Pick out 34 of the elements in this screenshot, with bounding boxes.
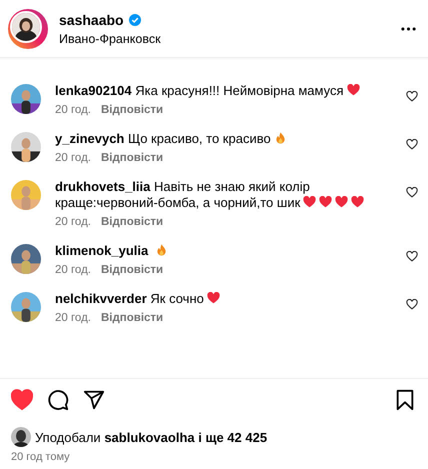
comment-text: lenka902104 Яка красуня!!! Неймовірна мамуся	[55, 83, 392, 99]
reply-button[interactable]: Відповісти	[100, 104, 164, 116]
comment-text: nelchikvverder Як сочно	[55, 291, 392, 307]
reply-button[interactable]: Відповісти	[100, 152, 164, 164]
username-link[interactable]: y_zinevych	[55, 131, 124, 146]
share-icon[interactable]	[83, 389, 105, 411]
bookmark-icon[interactable]	[394, 389, 416, 411]
username-link[interactable]: sashaabo	[59, 12, 124, 28]
likes-text: Уподобали sablukovaolha і ще 42 425	[35, 430, 268, 444]
like-icon[interactable]	[406, 187, 418, 198]
comment-text: y_zinevych Що красиво, то красиво	[55, 131, 392, 147]
comment-time: 20 год.	[55, 104, 91, 116]
likes-count-link[interactable]: і ще 42 425	[198, 430, 268, 444]
like-icon[interactable]	[406, 299, 418, 310]
reply-button[interactable]: Відповісти	[100, 216, 164, 228]
username-link[interactable]: sablukovaolha	[104, 430, 195, 444]
like-icon[interactable]	[406, 251, 418, 262]
username-link[interactable]: klimenok_yulia	[55, 243, 148, 258]
comment-time: 20 год.	[55, 216, 91, 228]
comment-icon[interactable]	[47, 389, 69, 411]
reply-button[interactable]: Відповісти	[100, 312, 164, 324]
comment-time: 20 год.	[55, 152, 91, 164]
post-time: 20 год тому	[10, 450, 71, 465]
reply-button[interactable]: Відповісти	[100, 264, 164, 276]
username-link[interactable]: drukhovets_liia	[55, 179, 150, 194]
comment-time: 20 год.	[55, 312, 91, 324]
location-link[interactable]: Ивано-Франковск	[59, 32, 401, 46]
like-icon[interactable]	[406, 139, 418, 150]
username-link[interactable]: lenka902104	[55, 83, 132, 98]
username-link[interactable]: nelchikvverder	[55, 291, 147, 306]
comment-text: drukhovets_liia Навіть не знаю який колір краще:червоний-бомба, а чорний,то шик	[55, 179, 392, 211]
more-options-icon[interactable]	[401, 26, 416, 30]
like-icon[interactable]	[406, 91, 418, 102]
comment-time: 20 год.	[55, 264, 91, 276]
